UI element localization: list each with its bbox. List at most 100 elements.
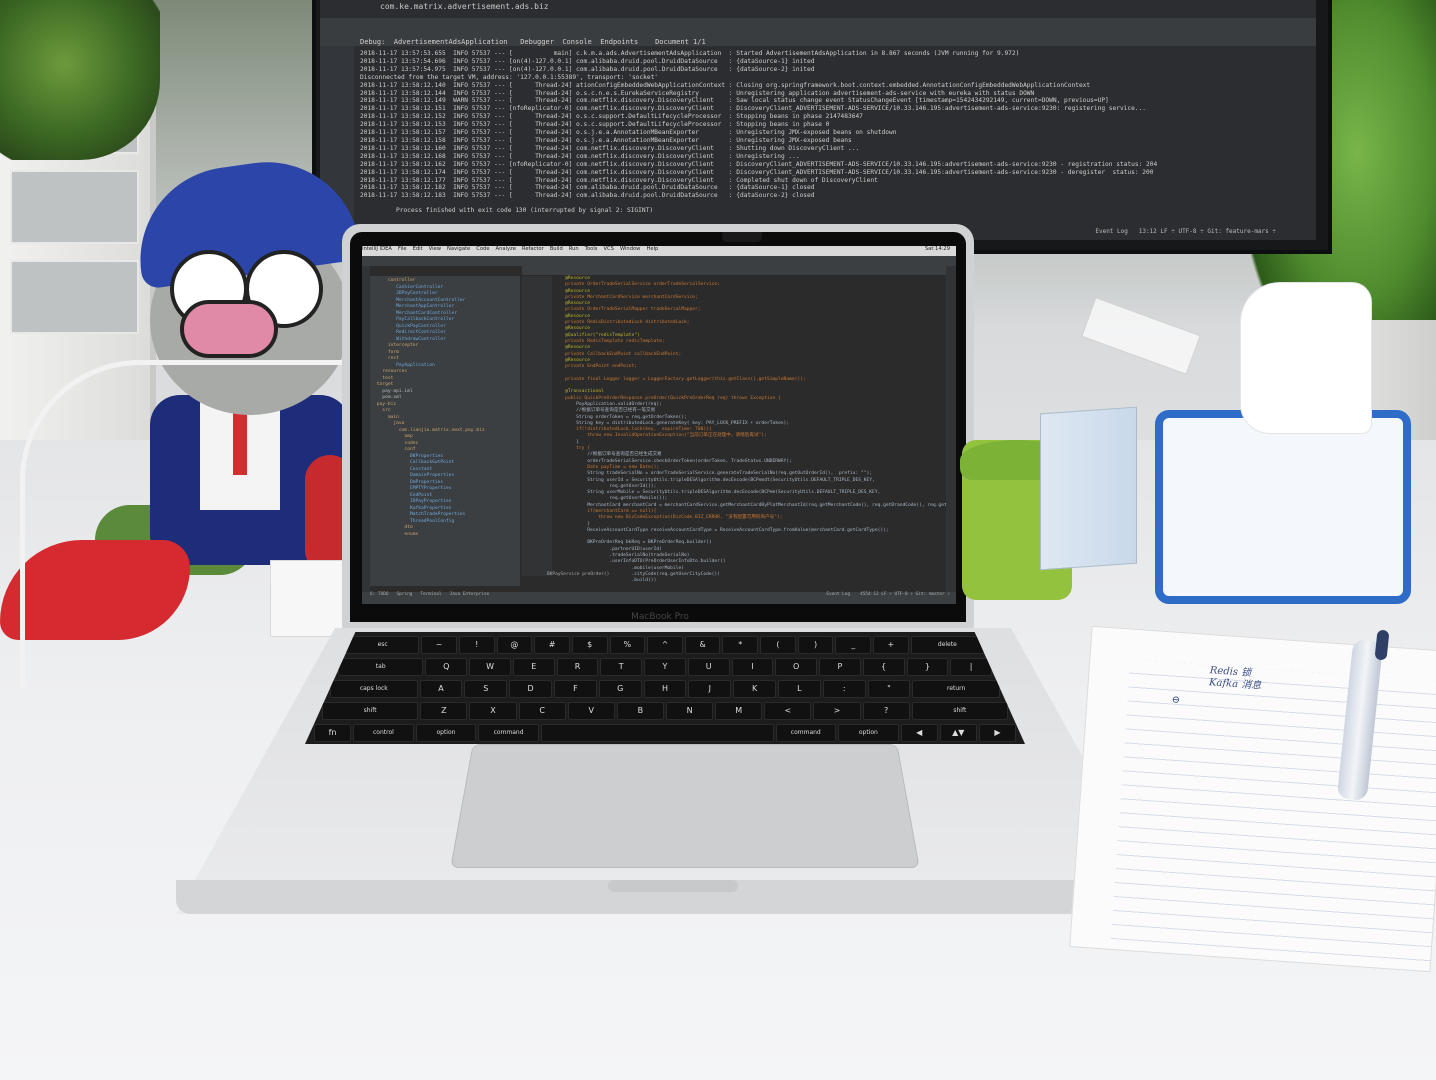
key[interactable]: M [715, 702, 763, 720]
tab-debugger[interactable]: Debugger [520, 38, 554, 46]
key[interactable]: option [838, 724, 899, 742]
menu-item[interactable]: Code [476, 246, 489, 252]
key[interactable]: & [684, 636, 721, 654]
key[interactable]: delete [910, 636, 984, 654]
key[interactable]: > [813, 702, 861, 720]
key[interactable]: N [666, 702, 714, 720]
menu-item[interactable]: File [398, 246, 407, 252]
menu-item[interactable]: Refactor [522, 246, 544, 252]
key[interactable]: < [764, 702, 812, 720]
key[interactable]: return [912, 680, 1000, 698]
key[interactable]: : [822, 680, 866, 698]
tool-tab[interactable]: 6: TODO [370, 592, 389, 597]
tool-tab[interactable]: Java Enterprise [450, 592, 490, 597]
key[interactable]: option [415, 724, 477, 742]
ide-project-tree[interactable]: controller CashierController JDPayContro… [370, 276, 520, 586]
menu-item[interactable]: VCS [604, 246, 614, 252]
key[interactable]: _ [835, 636, 872, 654]
menu-item[interactable]: Tools [585, 246, 598, 252]
menu-item[interactable]: View [429, 246, 441, 252]
key[interactable]: command [775, 724, 837, 742]
key[interactable]: P [819, 658, 861, 676]
keyboard[interactable]: esc ~! @ # $% ^ & *() _ + delete tab Q W E R T Y U I O P{} | ca… [305, 632, 1025, 744]
key[interactable]: control [353, 724, 414, 742]
key[interactable]: ◀ [900, 724, 938, 742]
menu-item[interactable]: Edit [413, 246, 423, 252]
key[interactable]: " [867, 680, 911, 698]
ide-project-tabs[interactable] [362, 256, 956, 266]
key[interactable]: K [733, 680, 776, 698]
key[interactable]: ? [862, 702, 910, 720]
ide-editor-tabs[interactable] [522, 266, 956, 275]
key[interactable]: D [509, 680, 552, 698]
key[interactable]: R [556, 658, 599, 676]
key[interactable]: ( [760, 636, 796, 654]
key[interactable]: ! [458, 636, 495, 654]
run-config[interactable]: AdvertisementAdsApplication [394, 38, 508, 46]
menu-item[interactable]: Navigate [447, 246, 470, 252]
space-key[interactable] [540, 724, 774, 742]
key[interactable]: fn [314, 724, 352, 742]
key[interactable]: Z [420, 702, 468, 720]
key[interactable]: E [512, 658, 555, 676]
menu-item[interactable]: Run [569, 246, 579, 252]
key[interactable]: ▶ [978, 724, 1016, 742]
key[interactable]: ~ [421, 636, 457, 654]
key[interactable]: Y [644, 658, 686, 676]
key[interactable]: H [643, 680, 687, 698]
ide-right-toolbar[interactable] [946, 266, 956, 596]
key[interactable]: O [775, 658, 818, 676]
ide-left-toolbar[interactable] [362, 266, 370, 596]
key[interactable]: shift [322, 702, 419, 720]
key[interactable]: Q [425, 658, 468, 676]
key[interactable]: shift [911, 702, 1008, 720]
key[interactable]: S [464, 680, 508, 698]
menu-item[interactable]: Build [550, 246, 563, 252]
event-log-link[interactable]: Event Log [1095, 228, 1128, 235]
key[interactable]: X [469, 702, 517, 720]
key[interactable]: + [873, 636, 909, 654]
menu-item[interactable]: Window [620, 246, 640, 252]
key[interactable]: tab [338, 658, 424, 676]
ide-breadcrumb[interactable]: BKPayService preOrder() [547, 572, 609, 577]
key[interactable]: L [778, 680, 821, 698]
tree-item[interactable]: enums [374, 532, 520, 539]
menu-item[interactable]: IntelliJ IDEA [362, 246, 392, 252]
menu-item[interactable]: Analyze [496, 246, 516, 252]
ide-code-editor[interactable]: @Resource private OrderTradeSerialServic… [554, 276, 947, 585]
tool-tab[interactable]: Spring [397, 592, 413, 597]
key[interactable]: ^ [647, 636, 683, 654]
key[interactable]: # [534, 636, 570, 654]
key[interactable]: { [862, 658, 905, 676]
key[interactable]: W [469, 658, 511, 676]
key[interactable]: F [554, 680, 597, 698]
key[interactable]: esc [346, 636, 420, 654]
ide-event-log[interactable]: Event Log [826, 592, 850, 597]
key[interactable]: B [616, 702, 664, 720]
key[interactable]: T [600, 658, 643, 676]
key[interactable]: V [567, 702, 615, 720]
console-line: 2018-11-17 13:58:12.153 INFO 57537 --- [… [360, 121, 830, 129]
key[interactable]: % [609, 636, 646, 654]
key[interactable]: A [419, 680, 463, 698]
key[interactable]: } [906, 658, 949, 676]
key[interactable]: G [598, 680, 642, 698]
key[interactable]: C [518, 702, 566, 720]
key[interactable]: J [688, 680, 732, 698]
tool-tab[interactable]: Terminal [420, 592, 441, 597]
key[interactable]: * [722, 636, 759, 654]
key[interactable]: | [950, 658, 992, 676]
key[interactable]: command [478, 724, 539, 742]
tab-console[interactable]: Console [562, 38, 592, 46]
key[interactable]: U [687, 658, 730, 676]
key[interactable]: caps lock [330, 680, 418, 698]
trackpad[interactable] [450, 744, 920, 869]
key[interactable]: ▲▼ [939, 724, 977, 742]
key[interactable]: I [731, 658, 774, 676]
ide-tool-tabs[interactable]: 6: TODO Spring Terminal Java Enterprise [362, 592, 489, 597]
tab-endpoints[interactable]: Endpoints [600, 38, 638, 46]
key[interactable]: @ [496, 636, 533, 654]
key[interactable]: ) [797, 636, 834, 654]
menu-item[interactable]: Help [646, 246, 658, 252]
key[interactable]: $ [571, 636, 608, 654]
